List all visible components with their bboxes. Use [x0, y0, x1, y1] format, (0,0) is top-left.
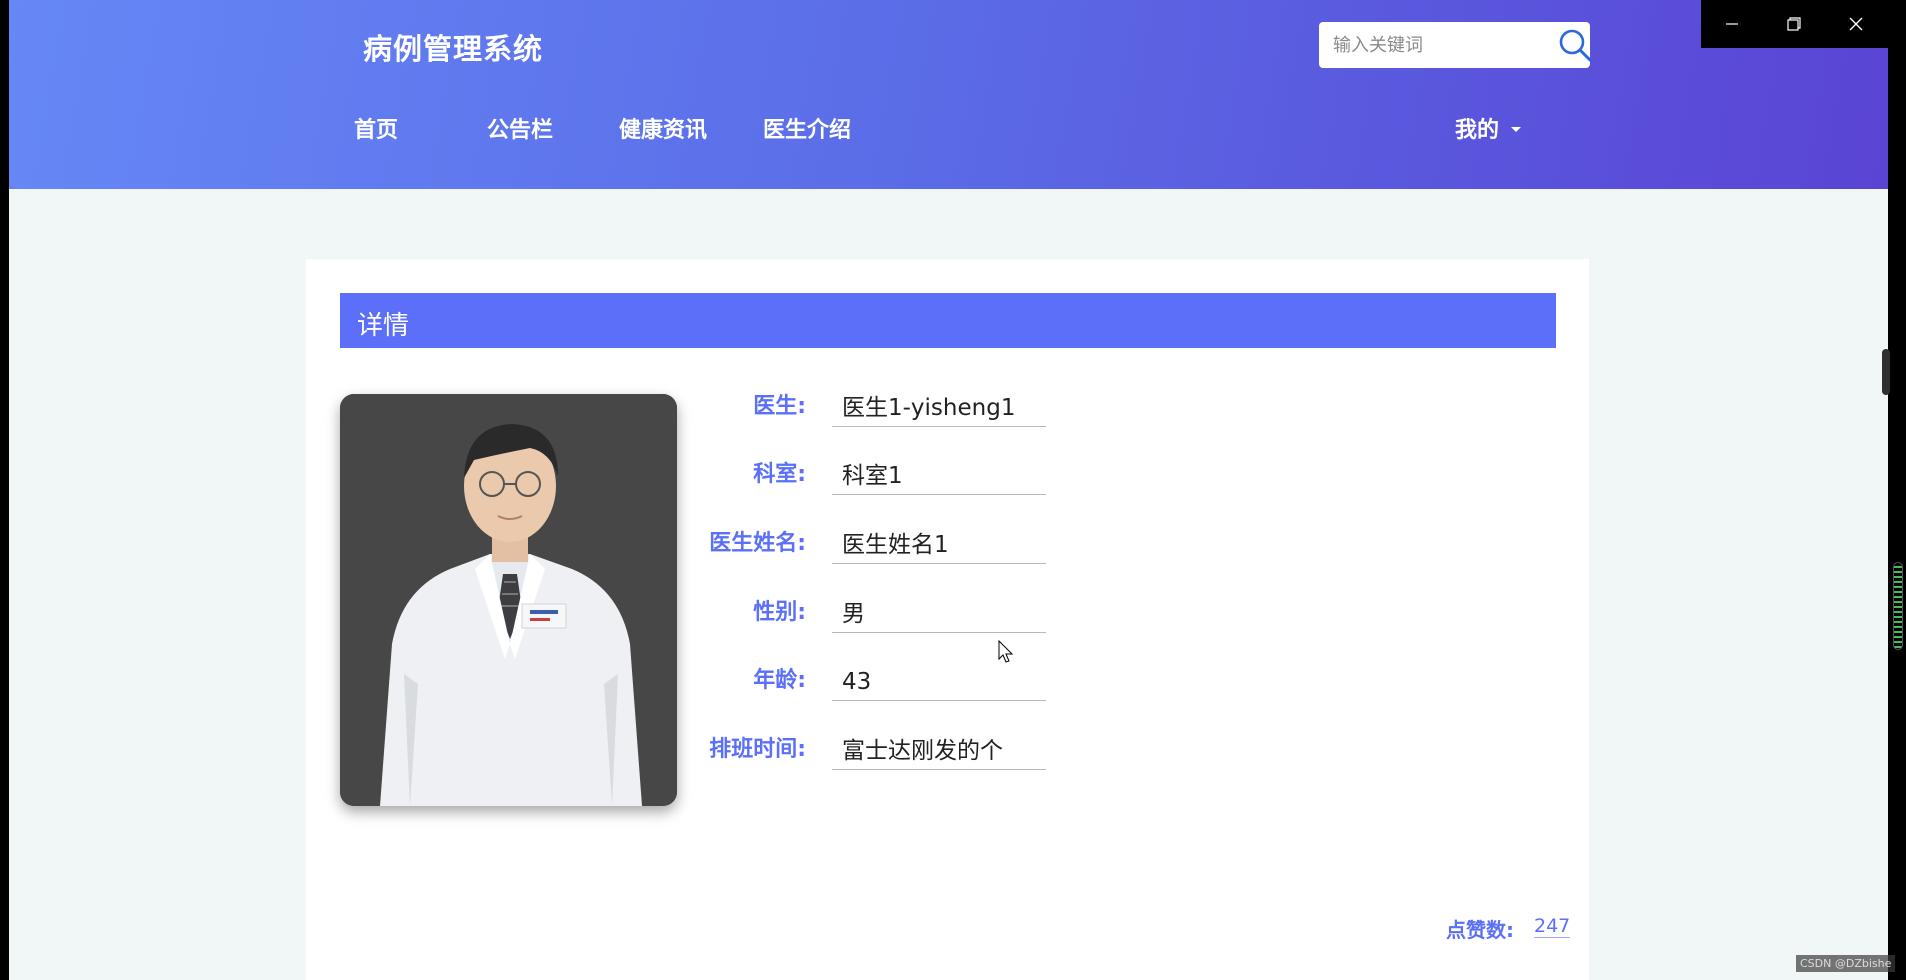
field-label-gender: 性别: — [753, 600, 806, 625]
nav-my-label: 我的 — [1455, 118, 1500, 143]
site-title: 病例管理系统 — [363, 32, 544, 66]
site-header: 病例管理系统 首页 公告栏 健康资讯 医生介绍 我的 — [9, 0, 1888, 189]
field-value-doctor-name: 医生姓名1 — [832, 528, 1046, 564]
likes-label: 点赞数: — [1446, 918, 1514, 942]
watermark: CSDN @DZbishe — [1796, 955, 1896, 972]
field-label-doctor-name: 医生姓名: — [709, 531, 806, 556]
field-label-doctor: 医生: — [753, 394, 806, 419]
detail-title: 详情 — [357, 311, 410, 341]
nav-doctor-intro[interactable]: 医生介绍 — [763, 112, 851, 144]
nav-home[interactable]: 首页 — [354, 112, 398, 144]
cursor-icon — [998, 640, 1014, 663]
doctor-photo — [340, 394, 677, 806]
search-box — [1319, 22, 1593, 68]
screen-edge — [1888, 0, 1906, 980]
detail-header-bar: 详情 — [340, 293, 1556, 348]
field-value-department: 科室1 — [832, 459, 1046, 495]
close-icon[interactable] — [1825, 0, 1887, 48]
restore-icon[interactable] — [1763, 0, 1825, 48]
scrollbar-thumb[interactable] — [1882, 349, 1890, 395]
likes-count[interactable]: 247 — [1534, 915, 1571, 938]
field-label-schedule: 排班时间: — [709, 737, 806, 762]
nav-notice[interactable]: 公告栏 — [487, 112, 553, 144]
search-icon[interactable] — [1557, 27, 1593, 63]
minimize-icon[interactable] — [1701, 0, 1763, 48]
nav-health-info[interactable]: 健康资讯 — [619, 112, 707, 144]
page: 病例管理系统 首页 公告栏 健康资讯 医生介绍 我的 详情 — [9, 0, 1888, 980]
field-value-age: 43 — [832, 665, 1046, 701]
field-label-age: 年龄: — [753, 668, 806, 693]
field-value-doctor: 医生1-yisheng1 — [832, 391, 1046, 427]
window-controls — [1701, 0, 1888, 48]
volume-meter — [1893, 562, 1903, 650]
search-input[interactable] — [1333, 33, 1543, 57]
field-value-schedule: 富士达刚发的个 — [832, 734, 1046, 770]
caret-down-icon — [1511, 126, 1522, 132]
detail-card: 详情 医生: 医生1-yisheng1 科室: 科室1 医生姓名: 医生姓名1 … — [306, 259, 1589, 980]
field-label-department: 科室: — [753, 462, 806, 487]
nav-my-menu[interactable]: 我的 — [1455, 112, 1522, 144]
field-value-gender: 男 — [832, 597, 1046, 633]
